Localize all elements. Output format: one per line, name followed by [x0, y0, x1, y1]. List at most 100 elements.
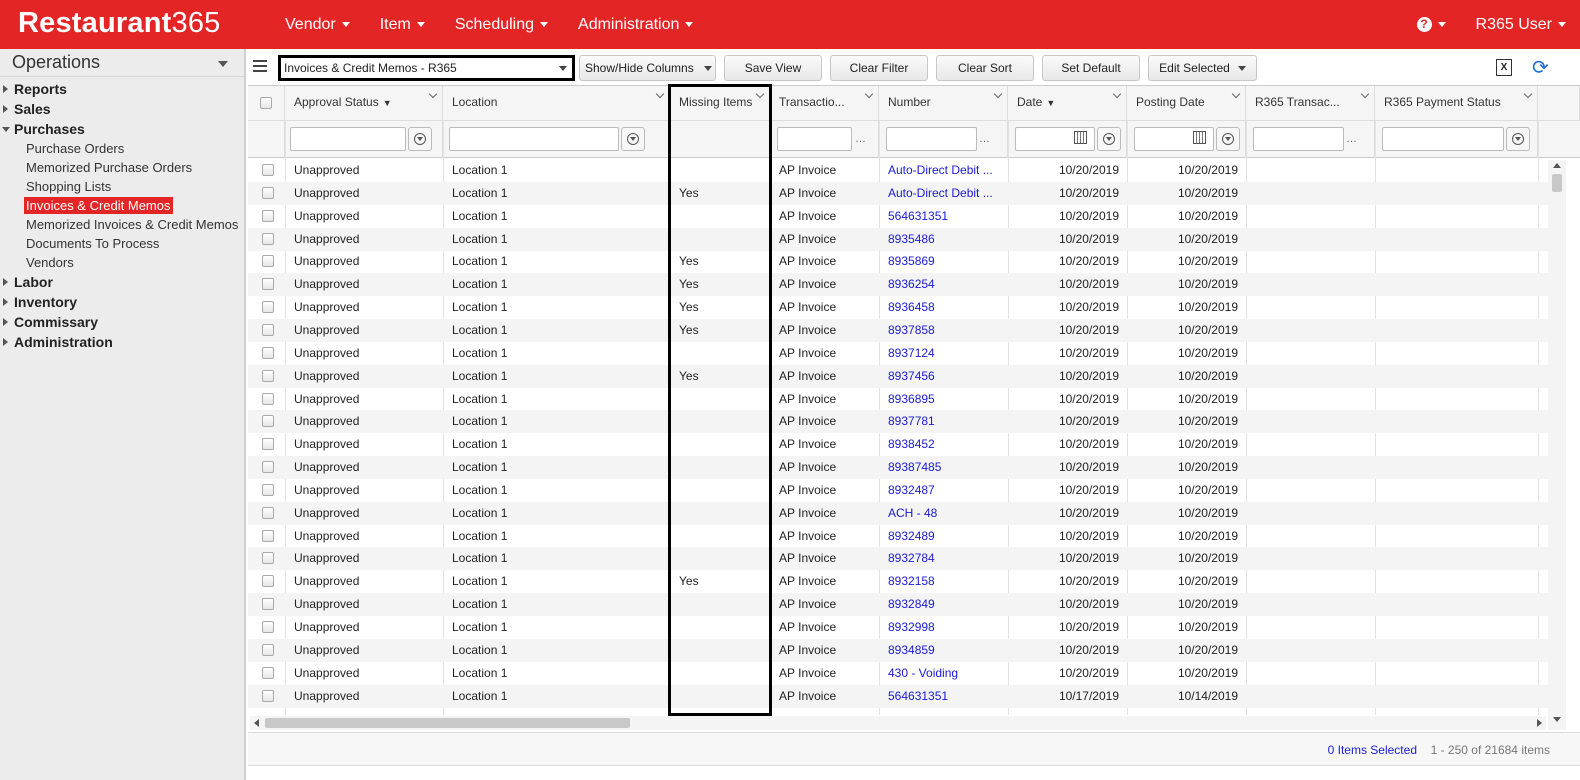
col-number[interactable]: Number	[879, 86, 1008, 121]
column-menu-icon[interactable]	[864, 89, 874, 99]
row-checkbox[interactable]	[262, 164, 274, 176]
sidebar-group-commissary[interactable]: Commissary	[0, 312, 246, 332]
cell-number-link[interactable]: 8932784	[879, 547, 1008, 570]
cell-number-link[interactable]: 8932849	[879, 593, 1008, 616]
table-row[interactable]: Unapproved Location 1 AP Invoice 8932784 10/…	[248, 547, 1548, 571]
table-row[interactable]: Unapproved Location 1 Yes AP Invoice 8932158…	[248, 570, 1548, 593]
table-row[interactable]: Unapproved Location 1 AP Invoice 8937781 10/…	[248, 410, 1548, 434]
cell-number-link[interactable]: 8936458	[879, 296, 1008, 319]
edit-selected-button[interactable]: Edit Selected	[1148, 55, 1257, 81]
row-checkbox[interactable]	[262, 461, 274, 474]
scroll-left-icon[interactable]	[254, 719, 259, 727]
column-menu-icon[interactable]	[1112, 89, 1122, 99]
col-r365-payment-status[interactable]: R365 Payment Status	[1375, 86, 1538, 121]
table-row[interactable]: Unapproved Location 1 AP Invoice 8932487 10/…	[248, 479, 1548, 502]
clear-sort-button[interactable]: Clear Sort	[936, 55, 1034, 81]
row-checkbox[interactable]	[262, 209, 274, 222]
cell-number-link[interactable]: 8935486	[879, 228, 1008, 251]
row-checkbox[interactable]	[262, 415, 274, 428]
sidebar-group-inventory[interactable]: Inventory	[0, 292, 246, 312]
sidebar-header[interactable]: Operations	[0, 49, 244, 77]
nav-item-menu[interactable]: Item	[365, 0, 440, 49]
col-missing-items[interactable]: Missing Items	[670, 86, 770, 121]
sidebar-item-memorized-invoices[interactable]: Memorized Invoices & Credit Memos	[0, 215, 246, 234]
row-checkbox[interactable]	[262, 301, 274, 314]
col-posting-date[interactable]: Posting Date	[1127, 86, 1246, 121]
column-menu-icon[interactable]	[428, 89, 438, 99]
row-checkbox[interactable]	[262, 392, 274, 405]
cell-number-link[interactable]: 8932489	[879, 525, 1008, 548]
app-logo[interactable]: Restaurant365	[18, 7, 221, 40]
table-row[interactable]: Unapproved Location 1 AP Invoice 89387485 10…	[248, 456, 1548, 480]
scroll-down-icon[interactable]	[1553, 717, 1561, 722]
row-checkbox[interactable]	[262, 506, 274, 519]
clear-filter-button[interactable]: Clear Filter	[830, 55, 928, 81]
cell-number-link[interactable]: 8932487	[879, 479, 1008, 502]
nav-administration-menu[interactable]: Administration	[563, 0, 708, 49]
column-menu-icon[interactable]	[755, 89, 765, 99]
row-checkbox[interactable]	[262, 552, 274, 565]
help-menu[interactable]: ?	[1416, 17, 1446, 32]
cell-number-link[interactable]: 8937124	[879, 342, 1008, 365]
row-checkbox[interactable]	[262, 529, 274, 542]
row-checkbox[interactable]	[262, 666, 274, 679]
sidebar-group-labor[interactable]: Labor	[0, 272, 246, 292]
sidebar-item-invoices-credit-memos[interactable]: Invoices & Credit Memos	[0, 196, 246, 215]
col-location[interactable]: Location	[443, 86, 670, 121]
more-icon[interactable]: …	[979, 133, 990, 145]
row-checkbox[interactable]	[262, 438, 274, 451]
column-menu-icon[interactable]	[993, 89, 1003, 99]
row-checkbox[interactable]	[262, 643, 274, 656]
view-select[interactable]: Invoices & Credit Memos - R365	[278, 55, 575, 81]
filter-button[interactable]	[621, 127, 645, 151]
sidebar-group-purchases[interactable]: Purchases	[0, 119, 246, 139]
col-date[interactable]: Date ▼	[1008, 86, 1127, 121]
row-checkbox[interactable]	[262, 255, 274, 268]
nav-vendor-menu[interactable]: Vendor	[270, 0, 365, 49]
table-row[interactable]: Unapproved Location 1 AP Invoice 8932849 10/…	[248, 593, 1548, 617]
row-checkbox[interactable]	[262, 689, 274, 702]
cell-number-link[interactable]: 430 - Voiding	[879, 662, 1008, 685]
table-row[interactable]: Unapproved Location 1 AP Invoice 8935486 10/…	[248, 227, 1548, 251]
nav-scheduling-menu[interactable]: Scheduling	[440, 0, 563, 49]
user-menu[interactable]: R365 User	[1476, 16, 1566, 34]
transaction-filter-input[interactable]	[777, 127, 852, 151]
sidebar-group-sales[interactable]: Sales	[0, 99, 246, 119]
cell-number-link[interactable]: 564631351	[879, 685, 1008, 708]
approval-status-filter-input[interactable]	[290, 127, 406, 151]
cell-number-link[interactable]: 8937858	[879, 319, 1008, 342]
sidebar-group-administration[interactable]: Administration	[0, 332, 246, 352]
table-row[interactable]: Unapproved Location 1 Yes AP Invoice 8937858…	[248, 318, 1548, 342]
scroll-right-icon[interactable]	[1537, 719, 1542, 727]
cell-number-link[interactable]: 89387485	[879, 456, 1008, 479]
calendar-icon[interactable]	[1193, 131, 1206, 144]
table-row[interactable]: Unapproved Location 1 AP Invoice ACH - 48 10…	[248, 501, 1548, 525]
column-menu-icon[interactable]	[655, 89, 665, 99]
vertical-scrollbar[interactable]	[1548, 160, 1566, 730]
cell-number-link[interactable]: Auto-Direct Debit ...	[879, 159, 1008, 182]
calendar-icon[interactable]	[1074, 131, 1087, 144]
table-row[interactable]: Unapproved Location 1 AP Invoice 8936895 10/…	[248, 388, 1548, 411]
row-checkbox[interactable]	[262, 278, 274, 291]
cell-number-link[interactable]: 8937781	[879, 410, 1008, 433]
cell-number-link[interactable]: ACH - 48	[879, 502, 1008, 525]
cell-number-link[interactable]: 8938452	[879, 433, 1008, 456]
excel-export-icon[interactable]: X	[1496, 59, 1512, 76]
col-transaction-type[interactable]: Transactio...	[770, 86, 879, 121]
table-row[interactable]: Unapproved Location 1 Yes AP Invoice 8936254…	[248, 273, 1548, 297]
cell-number-link[interactable]: Auto-Direct Debit ...	[879, 182, 1008, 205]
table-row[interactable]: Unapproved Location 1 AP Invoice 8934859 10/…	[248, 638, 1548, 662]
more-icon[interactable]: …	[855, 133, 866, 145]
sidebar-item-documents-to-process[interactable]: Documents To Process	[0, 234, 246, 253]
set-default-button[interactable]: Set Default	[1042, 55, 1140, 81]
sidebar-item-memorized-purchase-orders[interactable]: Memorized Purchase Orders	[0, 158, 246, 177]
row-checkbox[interactable]	[262, 598, 274, 611]
cell-number-link[interactable]: 8932158	[879, 570, 1008, 593]
horizontal-scrollbar[interactable]	[250, 716, 1546, 730]
hamburger-menu-icon[interactable]	[253, 60, 267, 72]
filter-button[interactable]	[1097, 127, 1121, 151]
col-r365-transaction[interactable]: R365 Transac...	[1246, 86, 1375, 121]
row-checkbox[interactable]	[262, 232, 274, 245]
row-checkbox[interactable]	[262, 621, 274, 633]
table-row[interactable]: Unapproved Location 1 AP Invoice 8938452 10/…	[248, 433, 1548, 456]
